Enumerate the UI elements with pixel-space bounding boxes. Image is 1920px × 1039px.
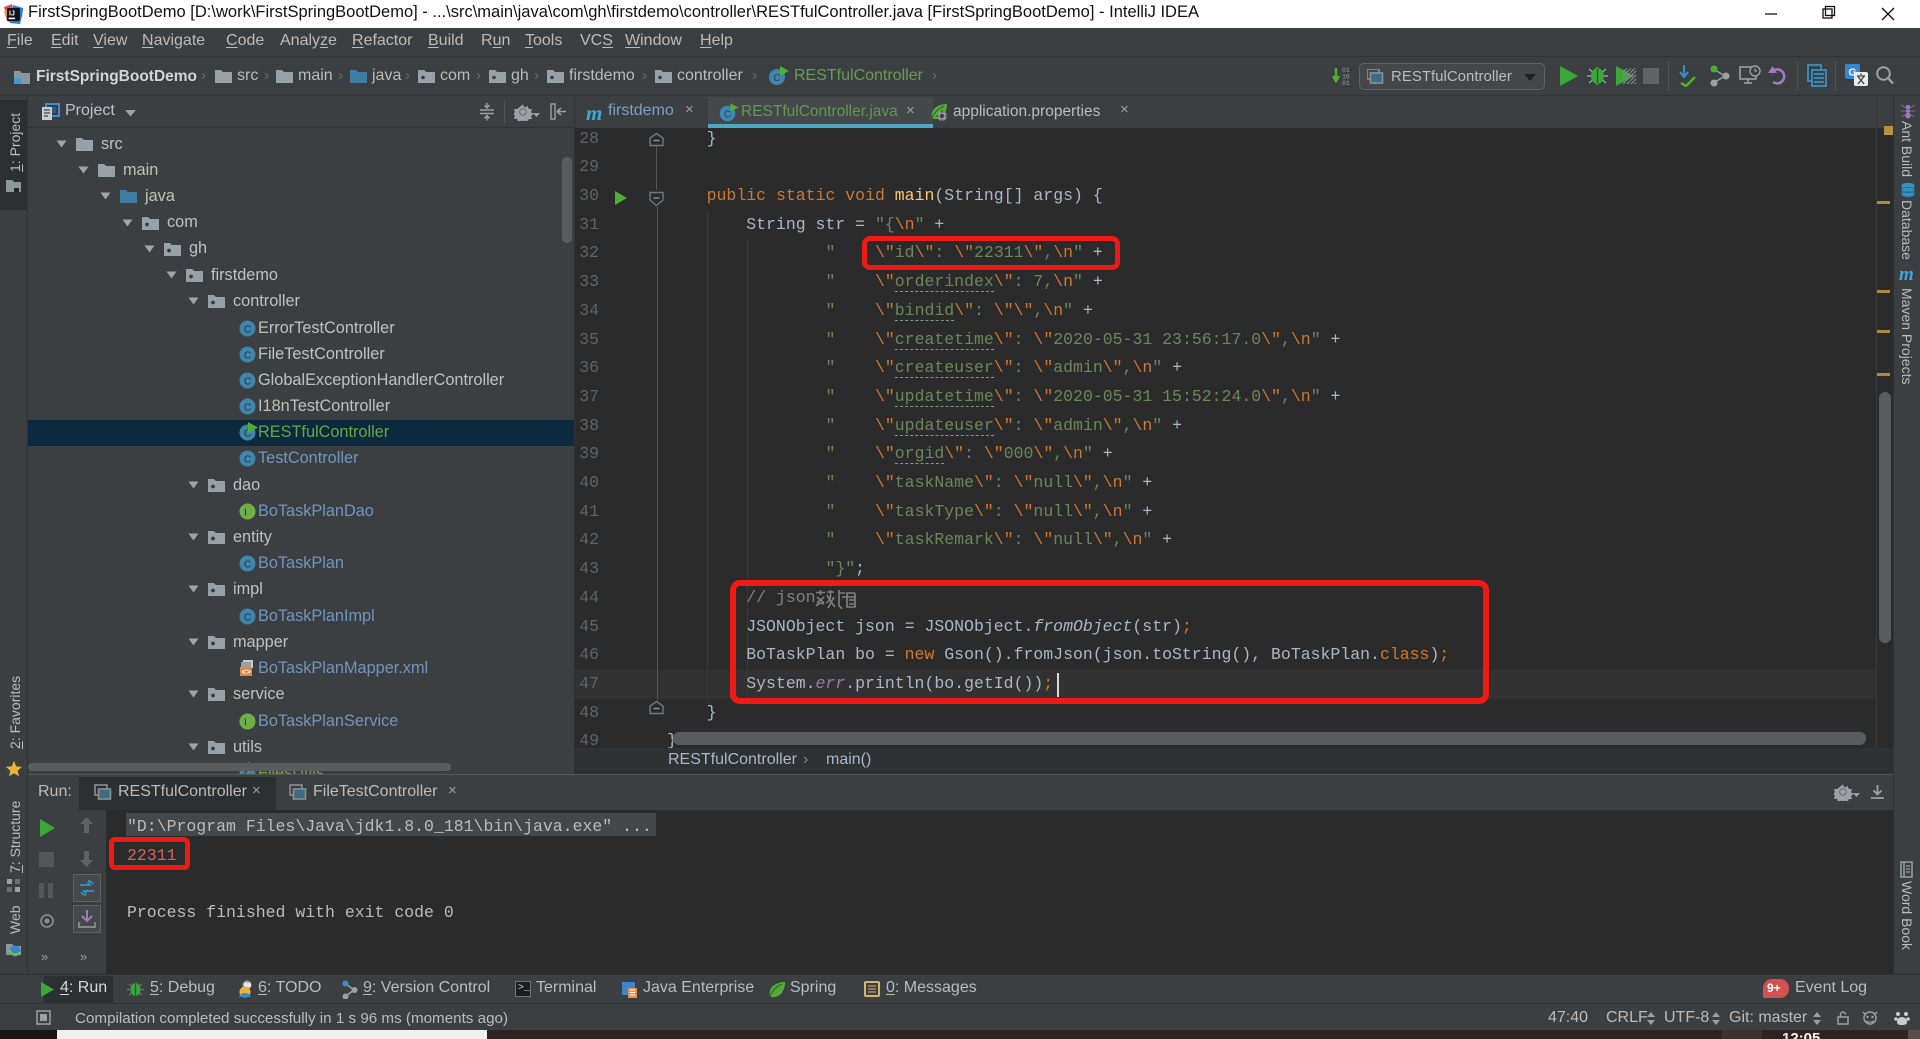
svg-text:C: C <box>244 612 251 623</box>
svg-text:C: C <box>244 559 251 570</box>
svg-text:C: C <box>774 73 781 84</box>
svg-text:IJ: IJ <box>9 11 15 18</box>
svg-text:01: 01 <box>1342 80 1350 87</box>
svg-text:C: C <box>724 110 731 121</box>
svg-text:I: I <box>244 507 247 518</box>
svg-text:I: I <box>244 717 247 728</box>
svg-text:C: C <box>244 454 251 465</box>
svg-text:<>: <> <box>242 669 252 678</box>
svg-text:C: C <box>244 324 251 335</box>
svg-text:C: C <box>244 376 251 387</box>
svg-text:C: C <box>244 350 251 361</box>
svg-text:C: C <box>244 403 251 414</box>
